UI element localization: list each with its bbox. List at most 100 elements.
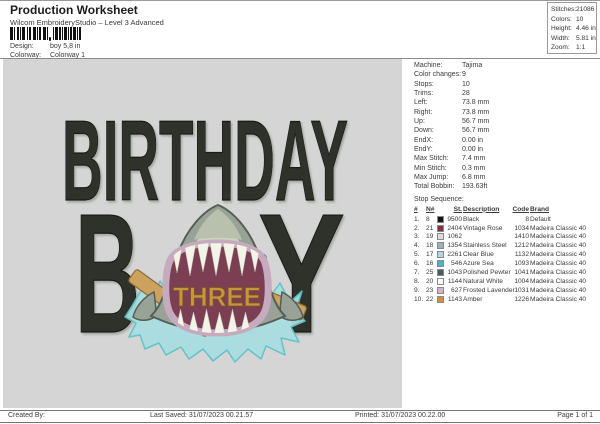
machine-info-row: EndX: 0.00 in bbox=[414, 136, 597, 145]
cell-brand: Madeira Classic 40 bbox=[530, 251, 587, 259]
cell-description: Frosted Lavender bbox=[463, 286, 515, 294]
stop-sequence-table: 1. 8 9500 Black 8 Default 2. 21 2404 Vin… bbox=[414, 215, 597, 304]
machine-info-label: Up: bbox=[414, 118, 425, 126]
cell-num: 4. bbox=[414, 242, 420, 250]
stats-label: Height: bbox=[551, 25, 572, 33]
machine-info-value: 0.00 in bbox=[462, 146, 484, 154]
stop-sequence-row: 8. 20 1144 Natural White 1004 Madeira Cl… bbox=[414, 277, 597, 286]
machine-info-row: Color changes: 9 bbox=[414, 70, 597, 79]
thread-color-swatch bbox=[437, 268, 444, 276]
design-label: Design: bbox=[10, 42, 34, 50]
machine-info-row: Right: 73.8 mm bbox=[414, 108, 597, 117]
machine-info-value: 10 bbox=[462, 80, 470, 88]
cell-brand: Madeira Classic 40 bbox=[530, 295, 587, 303]
stop-sequence-header-row: # N# St. Description Code Brand bbox=[414, 205, 597, 214]
thread-color-swatch bbox=[437, 224, 444, 232]
machine-info-value: 193.63ft bbox=[462, 183, 488, 191]
footer-created-by: Created By: bbox=[8, 412, 45, 419]
cell-description: Stainless Steel bbox=[463, 242, 507, 250]
design-name-row: Design: boy 5,8 in bbox=[10, 42, 80, 50]
cell-num: 9. bbox=[414, 286, 420, 294]
machine-info-row: Max Stitch: 7.4 mm bbox=[414, 154, 597, 163]
machine-info-label: Total Bobbin: bbox=[414, 183, 455, 191]
stop-sequence-row: 5. 17 2261 Clear Blue 1132 Madeira Class… bbox=[414, 250, 597, 259]
barcode-icon bbox=[10, 27, 81, 41]
cell-code: 1004 bbox=[514, 277, 529, 285]
cell-description: Clear Blue bbox=[463, 251, 494, 259]
cell-brand: Madeira Classic 40 bbox=[530, 224, 587, 232]
cell-n: 17 bbox=[426, 251, 434, 259]
stats-label: Colors: bbox=[551, 15, 572, 23]
cell-st: 1354 bbox=[447, 242, 462, 250]
machine-info-label: Machine: bbox=[414, 62, 443, 69]
cell-brand: Madeira Classic 40 bbox=[530, 242, 587, 250]
machine-info-label: Max Stitch: bbox=[414, 155, 449, 163]
thread-color-swatch bbox=[437, 251, 444, 259]
col-code: Code bbox=[512, 205, 529, 213]
cell-n: 19 bbox=[426, 233, 434, 241]
machine-info-value: 0.3 mm bbox=[462, 164, 486, 172]
cell-n: 18 bbox=[426, 242, 434, 250]
thread-color-swatch bbox=[437, 295, 444, 303]
cell-st: 546 bbox=[450, 260, 462, 268]
stop-sequence-row: 1. 8 9500 Black 8 Default bbox=[414, 215, 597, 224]
cell-code: 8 bbox=[525, 215, 529, 223]
cell-num: 5. bbox=[414, 251, 420, 259]
machine-info-label: Stops: bbox=[414, 80, 434, 88]
cell-num: 2. bbox=[414, 224, 420, 232]
cell-code: 1031 bbox=[514, 286, 529, 294]
design-letter-b: B bbox=[75, 179, 140, 369]
cell-st: 1144 bbox=[447, 277, 462, 285]
machine-info-row: Total Bobbin: 193.63ft bbox=[414, 182, 597, 191]
cell-num: 7. bbox=[414, 268, 420, 276]
cell-description: Polished Pewter bbox=[463, 268, 511, 276]
machine-info-label: Trims: bbox=[414, 90, 434, 98]
cell-num: 10. bbox=[414, 295, 424, 303]
cell-n: 21 bbox=[426, 224, 434, 232]
machine-info-value: 73.8 mm bbox=[462, 108, 490, 116]
stats-row: Height: 4.46 in bbox=[551, 24, 596, 34]
stop-sequence-row: 7. 25 1043 Polished Pewter 1041 Madeira … bbox=[414, 268, 597, 277]
design-stats-box: Stitches: 21086 Colors: 10 Height: 4.46 … bbox=[547, 2, 597, 54]
machine-info-label: Max Jump: bbox=[414, 174, 449, 182]
stats-row: Width: 5.81 in bbox=[551, 34, 596, 44]
cell-n: 22 bbox=[426, 295, 434, 303]
stats-row: Zoom: 1:1 bbox=[551, 43, 596, 53]
col-brand: Brand bbox=[530, 205, 550, 213]
stats-label: Zoom: bbox=[551, 44, 570, 52]
cell-code: 1132 bbox=[514, 251, 529, 259]
machine-info-value: 56.7 mm bbox=[462, 127, 490, 135]
production-info-panel: Machine: Tajima Color changes: 9 Stops: … bbox=[414, 61, 597, 304]
cell-description: Natural White bbox=[463, 277, 503, 285]
machine-info-value: 28 bbox=[462, 90, 470, 98]
cell-brand: Madeira Classic 40 bbox=[530, 260, 587, 268]
col-num: # bbox=[414, 205, 418, 213]
cell-st: 9500 bbox=[447, 215, 462, 223]
cell-description: Azure Sea bbox=[463, 260, 494, 268]
machine-info-value: 56.7 mm bbox=[462, 118, 490, 126]
footer-top-line bbox=[0, 410, 600, 411]
colorway-row: Colorway: Colorway 1 bbox=[10, 51, 85, 59]
machine-info-row: Down: 56.7 mm bbox=[414, 126, 597, 135]
stats-value: 21086 bbox=[576, 6, 595, 13]
cell-code: 1041 bbox=[514, 268, 529, 276]
cell-description: Vintage Rose bbox=[463, 224, 503, 232]
machine-info-value: 7.4 mm bbox=[462, 155, 486, 163]
cell-description: Black bbox=[463, 215, 480, 223]
machine-info-value: 9 bbox=[462, 71, 466, 79]
cell-num: 6. bbox=[414, 260, 420, 268]
machine-info-value: 6.8 mm bbox=[462, 174, 486, 182]
cell-brand: Madeira Classic 40 bbox=[530, 233, 587, 241]
machine-info-label: Min Stitch: bbox=[414, 164, 447, 172]
stop-sequence-row: 10. 22 1143 Amber 1226 Madeira Classic 4… bbox=[414, 295, 597, 304]
top-border-line bbox=[0, 0, 600, 1]
cell-num: 1. bbox=[414, 215, 420, 223]
colorway-label: Colorway: bbox=[10, 51, 42, 59]
footer-last-saved: Last Saved: 31/07/2023 00.21.57 bbox=[150, 412, 254, 419]
machine-info-row: Machine: Tajima bbox=[414, 61, 597, 70]
machine-info-row: EndY: 0.00 in bbox=[414, 145, 597, 154]
stop-sequence-row: 4. 18 1354 Stainless Steel 1212 Madeira … bbox=[414, 241, 597, 250]
stats-value: 4.46 in bbox=[576, 25, 596, 33]
footer-bottom-line bbox=[0, 422, 600, 423]
cell-n: 20 bbox=[426, 277, 434, 285]
